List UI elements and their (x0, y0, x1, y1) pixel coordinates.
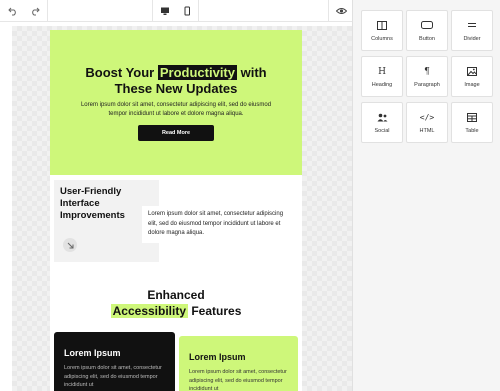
block-image[interactable]: Image (451, 56, 493, 97)
preview-button[interactable] (330, 0, 352, 22)
section-title-line1: Enhanced (147, 288, 205, 302)
section-title-highlight: Accessibility (110, 304, 188, 318)
blocks-panel: Columns Button Divider H Heading ¶ Parag… (352, 0, 500, 391)
block-paragraph[interactable]: ¶ Paragraph (406, 56, 448, 97)
block-button[interactable]: Button (406, 10, 448, 51)
table-icon (452, 113, 492, 122)
columns-icon (362, 21, 402, 30)
hero-title-text: Boost Your (85, 65, 155, 80)
hero-title-text: with (240, 65, 267, 80)
undo-button[interactable] (2, 0, 24, 22)
toolbar-divider (152, 0, 153, 22)
hero-title-highlight: Productivity (157, 65, 237, 80)
mobile-icon (184, 6, 190, 16)
paragraph-glyph: ¶ (424, 67, 430, 77)
block-label: Heading (371, 82, 393, 88)
heading-icon: H (362, 67, 402, 77)
heading-glyph: H (378, 67, 386, 77)
card-title: Lorem Ipsum (189, 352, 246, 362)
block-table[interactable]: Table (451, 102, 493, 143)
block-divider[interactable]: Divider (451, 10, 493, 51)
code-icon: </> (407, 113, 447, 123)
feature-text: Lorem ipsum dolor sit amet, consectetur … (142, 206, 294, 243)
divider-icon (452, 21, 492, 29)
eye-icon (335, 8, 347, 14)
email-editor: Boost Your Productivity with These New U… (0, 0, 500, 391)
card-title: Lorem Ipsum (64, 348, 121, 358)
block-html[interactable]: </> HTML (406, 102, 448, 143)
section-title-rest: Features (191, 304, 242, 318)
green-card[interactable]: Lorem Ipsum Lorem ipsum dolor sit amet, … (179, 336, 298, 391)
social-icon (362, 113, 402, 122)
editor-canvas: Boost Your Productivity with These New U… (12, 26, 352, 391)
toolbar-divider (328, 0, 329, 22)
block-social[interactable]: Social (361, 102, 403, 143)
button-icon (407, 21, 447, 29)
block-heading[interactable]: H Heading (361, 56, 403, 97)
hero-title-line2: These New Updates (114, 81, 238, 96)
email-preview: Boost Your Productivity with These New U… (50, 30, 302, 391)
feature-title: User-Friendly Interface Improvements (60, 186, 125, 221)
read-more-button[interactable]: Read More (138, 125, 214, 141)
image-icon (452, 67, 492, 76)
hero-title: Boost Your Productivity with These New U… (50, 65, 302, 97)
card-text: Lorem ipsum dolor sit amet, consectetur … (189, 369, 287, 391)
dark-card[interactable]: Lorem Ipsum Lorem ipsum dolor sit amet, … (54, 332, 175, 391)
redo-icon (32, 7, 40, 16)
block-label: Social (374, 128, 390, 134)
editor-toolbar (0, 0, 352, 22)
block-label: Paragraph (414, 82, 440, 88)
hero-subtitle: Lorem ipsum dolor sit amet, consectetur … (80, 102, 272, 117)
block-label: Image (464, 82, 480, 88)
block-label: Divider (463, 36, 481, 42)
block-label: HTML (419, 128, 435, 134)
mobile-view-button[interactable] (176, 0, 198, 22)
undo-icon (8, 7, 16, 16)
code-glyph: </> (419, 113, 435, 122)
section-title: Enhanced Accessibility Features (50, 287, 302, 319)
block-label: Columns (371, 36, 393, 42)
arrow-down-right-icon[interactable] (63, 238, 77, 252)
toolbar-divider (198, 0, 199, 22)
block-label: Button (419, 36, 435, 42)
hero-section[interactable]: Boost Your Productivity with These New U… (50, 30, 302, 175)
block-label: Table (465, 128, 479, 134)
block-columns[interactable]: Columns (361, 10, 403, 51)
paragraph-icon: ¶ (407, 67, 447, 77)
desktop-view-button[interactable] (154, 0, 176, 22)
card-text: Lorem ipsum dolor sit amet, consectetur … (64, 365, 162, 388)
toolbar-divider (47, 0, 48, 22)
desktop-icon (161, 7, 169, 15)
redo-button[interactable] (24, 0, 46, 22)
